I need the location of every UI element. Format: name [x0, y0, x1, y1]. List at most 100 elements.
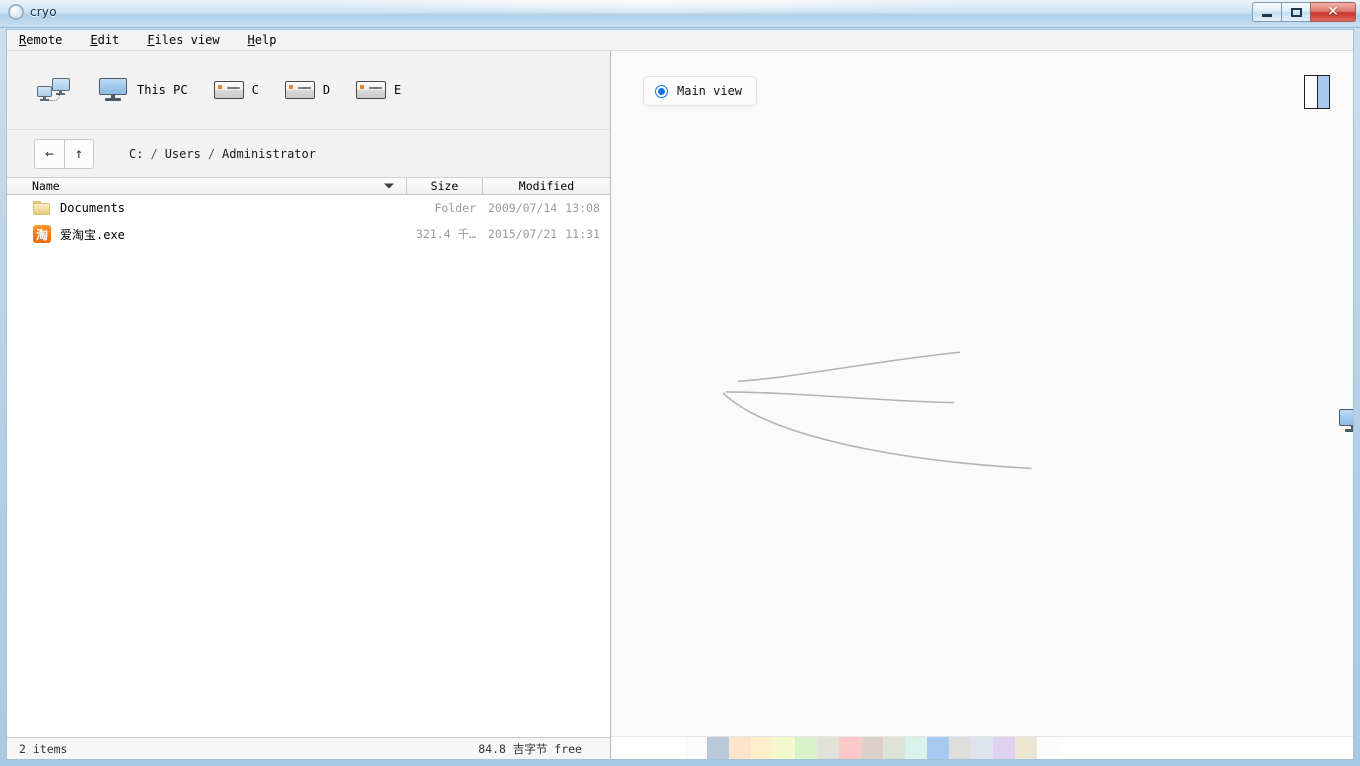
- maximize-icon: [1291, 8, 1302, 17]
- diagram-node-this-pc[interactable]: This PC: [1339, 407, 1353, 435]
- table-row[interactable]: 淘 爱淘宝.exe 321.4 千… 2015/07/21 11:31: [7, 221, 610, 247]
- close-icon: ✕: [1327, 5, 1339, 19]
- palette-swatch[interactable]: [861, 737, 883, 759]
- menu-label: dit: [98, 33, 120, 47]
- file-modified-cell: 2009/07/14 13:08: [482, 201, 610, 215]
- color-palette: [611, 736, 1353, 759]
- palette-swatch[interactable]: [1015, 737, 1037, 759]
- application-window: cryo ✕ Remote Edit Files view: [0, 0, 1360, 766]
- back-arrow-icon: ←: [45, 146, 53, 162]
- file-modified-cell: 2015/07/21 11:31: [482, 227, 610, 241]
- maximize-button[interactable]: [1281, 2, 1310, 22]
- place-label: C: [252, 83, 259, 97]
- graph-view-pane: Main view: [611, 51, 1353, 759]
- menu-item-edit[interactable]: Edit: [86, 32, 123, 48]
- place-label: E: [394, 83, 401, 97]
- up-arrow-icon: ↑: [75, 146, 83, 162]
- places-toolbar: This PC C D: [7, 51, 610, 130]
- menu-item-files-view[interactable]: Files view: [143, 32, 223, 48]
- palette-swatch[interactable]: [773, 737, 795, 759]
- palette-swatch[interactable]: [949, 737, 971, 759]
- disc-icon: [8, 4, 24, 20]
- file-size-cell: 321.4 千…: [406, 226, 482, 242]
- palette-swatch[interactable]: [905, 737, 927, 759]
- column-header-modified[interactable]: Modified: [482, 178, 610, 194]
- menu-label: iles view: [155, 33, 220, 47]
- drive-icon: [214, 81, 244, 99]
- file-time: 11:31: [565, 227, 600, 241]
- file-date: 2015/07/21: [488, 227, 557, 241]
- breadcrumb: C: / Users / Administrator: [124, 145, 321, 163]
- breadcrumb-separator: /: [206, 147, 217, 161]
- monitor-icon: [99, 78, 129, 102]
- palette-swatch[interactable]: [707, 737, 729, 759]
- edge-to-download: [738, 352, 960, 381]
- place-network[interactable]: [31, 73, 79, 107]
- palette-swatch[interactable]: [729, 737, 751, 759]
- palette-swatch[interactable]: [751, 737, 773, 759]
- place-drive-d[interactable]: D: [279, 77, 336, 103]
- edge-to-documents: [723, 393, 1032, 469]
- minimize-button[interactable]: [1252, 2, 1281, 22]
- palette-swatch[interactable]: [927, 737, 949, 759]
- place-label: This PC: [137, 83, 188, 97]
- file-browser-pane: This PC C D: [7, 51, 611, 759]
- menu-item-remote[interactable]: Remote: [15, 32, 66, 48]
- palette-swatch[interactable]: [883, 737, 905, 759]
- palette-swatch[interactable]: [685, 737, 707, 759]
- close-button[interactable]: ✕: [1310, 2, 1356, 22]
- palette-swatch[interactable]: [839, 737, 861, 759]
- breadcrumb-item-drive[interactable]: C:: [124, 145, 148, 163]
- menu-mnemonic: E: [90, 33, 97, 47]
- body-split: This PC C D: [7, 51, 1353, 759]
- breadcrumb-separator: /: [148, 147, 159, 161]
- network-computers-icon: [37, 77, 73, 103]
- back-button[interactable]: ←: [34, 139, 64, 169]
- file-time: 13:08: [565, 201, 600, 215]
- column-header-label: Modified: [519, 179, 574, 193]
- place-drive-e[interactable]: E: [350, 77, 407, 103]
- file-name-cell: Documents: [7, 201, 406, 216]
- file-date: 2009/07/14: [488, 201, 557, 215]
- navigation-bar: ← ↑ C: / Users / Administrator: [7, 130, 610, 178]
- palette-swatch[interactable]: [663, 737, 685, 759]
- file-list-header: Name Size Modified: [7, 178, 610, 195]
- file-name-cell: 淘 爱淘宝.exe: [7, 225, 406, 243]
- file-size-cell: Folder: [406, 201, 482, 215]
- node-diagram: [611, 51, 1353, 759]
- up-button[interactable]: ↑: [64, 139, 94, 169]
- breadcrumb-item-users[interactable]: Users: [160, 145, 206, 163]
- status-bar: 2 items 84.8 吉字节 free: [7, 737, 610, 759]
- palette-swatch[interactable]: [1037, 737, 1059, 759]
- table-row[interactable]: Documents Folder 2009/07/14 13:08: [7, 195, 610, 221]
- file-name-label: Documents: [60, 201, 125, 215]
- status-item-count: 2 items: [19, 742, 67, 756]
- title-bar-left: cryo: [8, 4, 57, 20]
- place-this-pc[interactable]: This PC: [93, 74, 194, 106]
- palette-swatch[interactable]: [971, 737, 993, 759]
- drive-icon: [356, 81, 386, 99]
- menu-item-help[interactable]: Help: [244, 32, 281, 48]
- palette-swatch[interactable]: [795, 737, 817, 759]
- client-area: Remote Edit Files view Help: [6, 29, 1354, 760]
- edge-to-desktop: [726, 392, 954, 403]
- column-header-label: Size: [431, 179, 459, 193]
- palette-swatch[interactable]: [993, 737, 1015, 759]
- taobao-app-icon: 淘: [33, 225, 51, 243]
- file-list[interactable]: Documents Folder 2009/07/14 13:08 淘 爱淘宝.…: [7, 195, 610, 737]
- place-label: D: [323, 83, 330, 97]
- palette-swatch[interactable]: [817, 737, 839, 759]
- column-header-name[interactable]: Name: [7, 178, 406, 194]
- column-header-label: Name: [32, 179, 60, 193]
- menu-label: elp: [255, 33, 277, 47]
- column-header-size[interactable]: Size: [406, 178, 482, 194]
- breadcrumb-item-administrator[interactable]: Administrator: [217, 145, 321, 163]
- window-controls: ✕: [1252, 2, 1356, 22]
- status-free-space: 84.8 吉字节 free: [478, 741, 582, 757]
- monitor-icon: [1339, 409, 1353, 433]
- file-name-label: 爱淘宝.exe: [60, 226, 125, 243]
- menu-mnemonic: F: [147, 33, 154, 47]
- place-drive-c[interactable]: C: [208, 77, 265, 103]
- menu-bar: Remote Edit Files view Help: [7, 30, 1353, 51]
- palette-pad: [611, 737, 663, 759]
